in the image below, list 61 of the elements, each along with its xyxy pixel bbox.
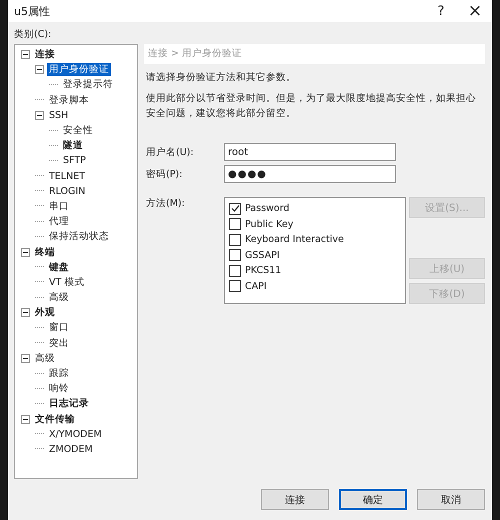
tree-item[interactable]: 终端 xyxy=(33,246,57,259)
tree-item[interactable]: 隧道 xyxy=(61,139,85,152)
instruction-text: 请选择身份验证方法和其它参数。 xyxy=(146,71,297,85)
tree-item[interactable]: SFTP xyxy=(61,154,88,168)
tree-item[interactable]: X/YMODEM xyxy=(47,428,104,441)
close-button[interactable]: × xyxy=(458,0,492,22)
tree-item[interactable]: 外观 xyxy=(33,306,57,320)
tree-item[interactable]: 跟踪 xyxy=(47,367,71,380)
dialog-button[interactable]: 取消 xyxy=(417,489,485,510)
tree-item[interactable]: 键盘 xyxy=(47,260,71,274)
method-option[interactable]: CAPI xyxy=(245,280,267,292)
collapse-icon[interactable] xyxy=(21,308,30,318)
tree-item[interactable]: 文件传输 xyxy=(33,412,77,426)
collapse-icon[interactable] xyxy=(35,110,44,120)
tree-item[interactable]: RLOGIN xyxy=(47,184,88,198)
method-option[interactable]: GSSAPI xyxy=(245,250,280,261)
username-field[interactable]: root xyxy=(224,143,396,161)
tree-item[interactable]: 登录提示符 xyxy=(61,78,115,92)
tree-item[interactable]: VT 模式 xyxy=(47,276,86,289)
note-text: 使用此部分以节省登录时间。但是，为了最大限度地提高安全性，如果担心安全问题，建议您将此部分留空。 xyxy=(146,92,477,121)
tree-item[interactable]: 高级 xyxy=(47,291,71,304)
checkbox[interactable] xyxy=(229,249,241,262)
tree-item[interactable]: 窗口 xyxy=(47,321,71,334)
tree-item[interactable]: 用户身份验证 xyxy=(47,63,111,76)
collapse-icon[interactable] xyxy=(21,50,30,60)
method-label: 方法(M): xyxy=(145,197,186,210)
checkbox[interactable] xyxy=(229,264,241,277)
tree-item[interactable]: 日志记录 xyxy=(47,397,91,410)
password-field[interactable]: ●●●● xyxy=(224,165,396,183)
breadcrumb: 连接 > 用户身份验证 xyxy=(144,44,485,64)
tree-item[interactable]: 保持活动状态 xyxy=(47,230,111,244)
tree-item[interactable]: 代理 xyxy=(47,215,71,228)
tree-item[interactable]: 高级 xyxy=(33,352,57,365)
tree-item[interactable]: SSH xyxy=(47,108,70,122)
checkbox[interactable] xyxy=(229,280,241,292)
checkbox[interactable] xyxy=(229,218,241,230)
method-option[interactable]: PKCS11 xyxy=(245,265,282,276)
tree-item[interactable]: TELNET xyxy=(47,170,88,183)
tree-item[interactable]: 突出 xyxy=(47,336,71,350)
method-option[interactable]: Keyboard Interactive xyxy=(245,234,344,246)
tree-item[interactable]: 响铃 xyxy=(47,382,71,396)
collapse-icon[interactable] xyxy=(21,354,30,363)
checkbox[interactable] xyxy=(229,234,241,246)
checkbox[interactable] xyxy=(229,202,241,215)
category-label: 类别(C): xyxy=(14,28,52,41)
tree-item[interactable]: 串口 xyxy=(47,200,71,213)
method-option[interactable]: Public Key xyxy=(245,218,294,230)
tree-item[interactable]: ZMODEM xyxy=(47,442,95,456)
username-label: 用户名(U): xyxy=(145,146,195,158)
dialog-button[interactable]: 确定 xyxy=(339,489,407,510)
dialog-button[interactable]: 连接 xyxy=(261,489,329,510)
tree-item[interactable]: 安全性 xyxy=(61,124,95,138)
collapse-icon[interactable] xyxy=(35,65,44,74)
method-option[interactable]: Password xyxy=(245,203,290,214)
collapse-icon[interactable] xyxy=(21,414,30,424)
help-button[interactable]: ? xyxy=(424,0,458,22)
tree-item[interactable]: 连接 xyxy=(33,48,57,62)
tree-item[interactable]: 登录脚本 xyxy=(47,94,91,107)
collapse-icon[interactable] xyxy=(21,248,30,257)
window-title: u5属性 xyxy=(14,4,51,18)
password-label: 密码(P): xyxy=(145,168,184,180)
